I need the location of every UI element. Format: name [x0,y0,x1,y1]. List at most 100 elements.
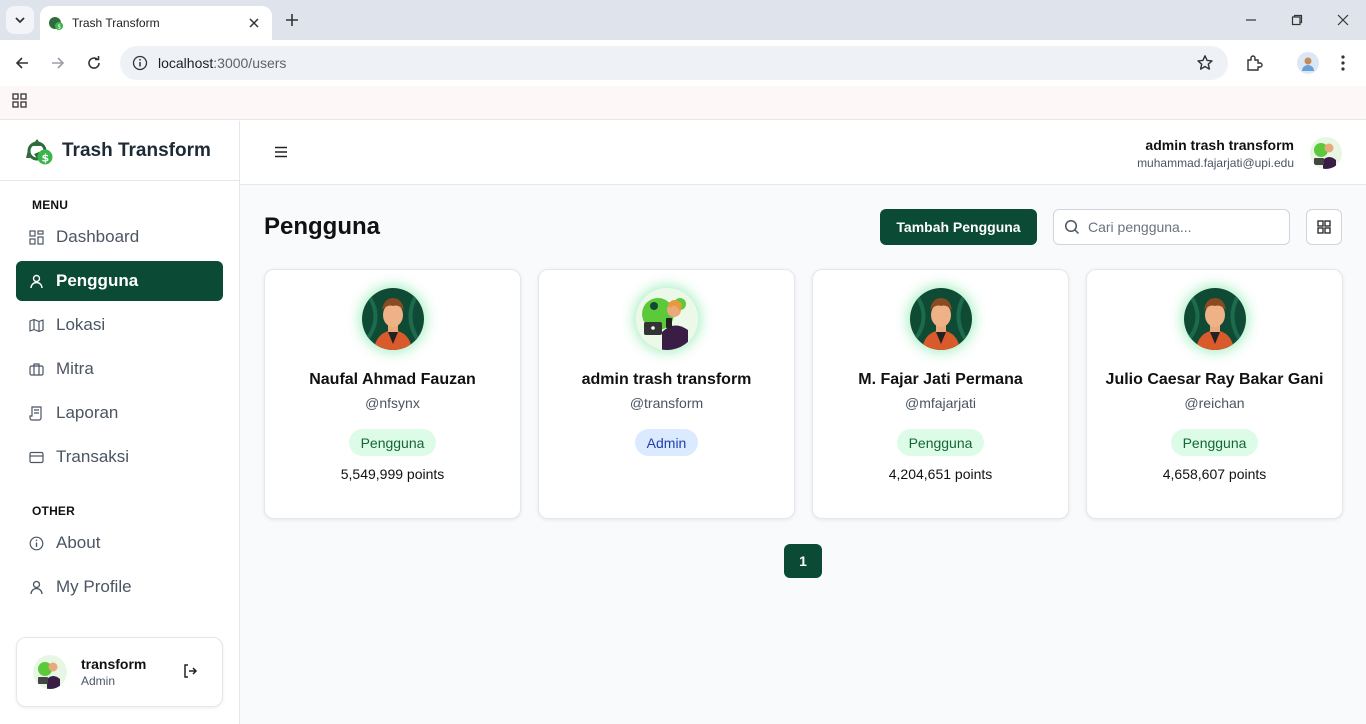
restore-icon[interactable] [1287,10,1307,30]
user-points: 5,549,999 points [340,466,445,482]
back-icon[interactable] [11,52,33,74]
role-badge: Pengguna [348,429,437,456]
avatar [1183,288,1246,350]
building-icon [28,361,44,377]
site-info-icon[interactable] [132,55,148,71]
topbar-user-email: muhammad.fajarjati@upi.edu [1137,156,1294,170]
chevron-down-icon [15,17,25,24]
other-section-label: OTHER [32,504,75,518]
apps-grid-icon[interactable] [12,93,28,109]
browser-tab[interactable]: $ Trash Transform [40,6,272,40]
user-card-grid: Naufal Ahmad Fauzan @nfsynx Pengguna 5,5… [264,269,1343,519]
user-name: Julio Caesar Ray Bakar Gani [1105,371,1324,388]
url-text: localhost:3000/users [158,55,287,71]
profile-avatar-icon[interactable] [1297,52,1319,74]
user-card[interactable]: Naufal Ahmad Fauzan @nfsynx Pengguna 5,5… [264,269,521,519]
dashboard-icon [28,229,44,245]
sidebar-item-pengguna[interactable]: Pengguna [16,261,223,301]
tab-close-icon[interactable] [246,15,262,31]
avatar[interactable] [1310,137,1342,169]
search-icon [1064,219,1080,235]
sidebar-item-lokasi[interactable]: Lokasi [16,305,223,345]
reload-icon[interactable] [83,52,105,74]
sidebar-item-label: Mitra [56,359,94,378]
avatar [361,288,424,350]
tab-title: Trash Transform [72,16,160,30]
recycle-logo-icon: $ [26,138,53,164]
card-icon [28,449,44,465]
user-handle: @mfajarjati [904,395,976,411]
user-card[interactable]: admin trash transform @transform Admin [538,269,795,519]
topbar-user-name: admin trash transform [1145,137,1294,153]
map-icon [28,317,44,333]
current-user-name: transform [81,656,147,672]
main-content: Pengguna Tambah Pengguna Naufal Ahmad Fa… [240,185,1366,724]
sidebar-item-label: Laporan [56,403,119,422]
sidebar-item-label: Lokasi [56,315,106,334]
avatar [909,288,972,350]
sidebar-item-mitra[interactable]: Mitra [16,349,223,389]
minimize-icon[interactable] [1241,10,1261,30]
grid-view-toggle[interactable] [1306,209,1342,245]
search-input[interactable] [1088,219,1278,235]
sidebar-item-about[interactable]: About [16,523,223,563]
user-handle: @nfsynx [365,395,420,411]
user-card[interactable]: M. Fajar Jati Permana @mfajarjati Penggu… [812,269,1069,519]
sidebar-item-label: Transaksi [56,447,130,466]
page-title: Pengguna [264,213,381,240]
close-window-icon[interactable] [1333,10,1353,30]
current-user-role: Admin [81,674,116,688]
sidebar-item-dashboard[interactable]: Dashboard [16,217,223,257]
user-icon [28,273,44,289]
user-points: 4,658,607 points [1162,466,1267,482]
grid-icon [1317,220,1331,234]
topbar-user[interactable]: admin trash transform muhammad.fajarjati… [1137,137,1294,170]
report-icon [28,405,44,421]
search-box [1053,209,1290,245]
sidebar-item-label: Pengguna [56,271,139,290]
sidebar-item-my-profile[interactable]: My Profile [16,567,223,607]
user-name: M. Fajar Jati Permana [858,371,1023,388]
forward-icon[interactable] [47,52,69,74]
sidebar-item-label: About [56,533,101,552]
user-icon [28,579,44,595]
recycle-logo-icon: $ [49,17,63,31]
hamburger-menu-icon[interactable] [274,145,288,163]
user-name: Naufal Ahmad Fauzan [309,371,476,388]
sidebar-item-transaksi[interactable]: Transaksi [16,437,223,477]
address-bar[interactable]: localhost:3000/users [120,46,1228,80]
user-card[interactable]: Julio Caesar Ray Bakar Gani @reichan Pen… [1086,269,1343,519]
sidebar-item-label: My Profile [56,577,132,596]
browser-tabstrip: $ Trash Transform [0,0,1366,40]
user-handle: @transform [629,395,704,411]
bookmarks-bar [0,86,1366,120]
avatar [33,655,67,689]
brand[interactable]: $ Trash Transform [0,121,239,181]
add-user-button[interactable]: Tambah Pengguna [880,209,1037,245]
avatar [635,288,698,350]
tab-search-button[interactable] [6,6,34,34]
role-badge: Pengguna [896,429,985,456]
topbar: admin trash transform muhammad.fajarjati… [240,121,1366,185]
info-icon [28,535,44,551]
logout-icon[interactable] [182,663,198,684]
role-badge: Admin [634,429,699,456]
browser-toolbar: localhost:3000/users [0,40,1366,86]
user-points: 4,204,651 points [888,466,993,482]
svg-text:$: $ [42,151,50,164]
bookmark-star-icon[interactable] [1196,54,1214,72]
menu-section-label: MENU [32,198,69,212]
new-tab-icon[interactable] [282,10,302,30]
user-handle: @reichan [1184,395,1245,411]
extensions-icon[interactable] [1243,52,1265,74]
current-user-card: transform Admin [16,637,223,707]
sidebar-item-laporan[interactable]: Laporan [16,393,223,433]
svg-text:$: $ [57,24,61,31]
pagination-page-1[interactable]: 1 [784,544,822,578]
sidebar-item-label: Dashboard [56,227,140,246]
brand-name: Trash Transform [62,139,211,161]
user-name: admin trash transform [581,371,752,388]
browser-menu-icon[interactable] [1332,52,1354,74]
role-badge: Pengguna [1170,429,1259,456]
sidebar: $ Trash Transform MENU Dashboard Penggun… [0,121,240,724]
